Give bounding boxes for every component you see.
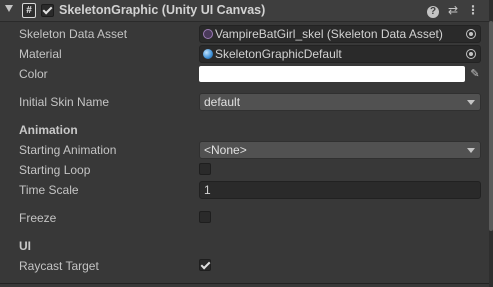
foldout-arrow-icon[interactable] [5,5,13,12]
starting-loop-label: Starting Loop [19,163,91,177]
material-label: Material [19,47,62,61]
more-options-icon[interactable]: ⋮ [466,3,480,17]
material-field[interactable]: SkeletonGraphicDefault [199,45,481,63]
color-swatch[interactable] [199,66,465,82]
row-material: Material SkeletonGraphicDefault [0,45,489,63]
row-starting-loop: Starting Loop [0,161,489,179]
chevron-down-icon [467,148,475,153]
row-starting-animation: Starting Animation <None> [0,141,489,159]
initial-skin-dropdown[interactable]: default [199,93,481,111]
raycast-target-checkbox[interactable] [199,259,211,271]
script-icon: # [22,3,36,18]
initial-skin-value: default [204,95,241,109]
skeleton-data-icon [203,29,213,39]
row-skeleton-data-asset: Skeleton Data Asset VampireBatGirl_skel … [0,25,489,43]
freeze-label: Freeze [19,211,57,225]
material-icon [203,49,213,59]
color-label: Color [19,67,48,81]
row-raycast-target: Raycast Target [0,257,489,275]
starting-animation-value: <None> [204,143,247,157]
starting-loop-checkbox[interactable] [199,163,211,175]
animation-section-title: Animation [19,123,78,137]
row-freeze: Freeze [0,209,489,227]
starting-animation-dropdown[interactable]: <None> [199,141,481,159]
object-picker-icon[interactable] [466,29,476,39]
inspector-scrollbar[interactable] [489,0,493,287]
section-animation: Animation [0,121,489,139]
component-title: SkeletonGraphic (Unity UI Canvas) [59,3,266,17]
time-scale-label: Time Scale [19,183,79,197]
row-initial-skin: Initial Skin Name default [0,93,489,111]
ui-section-title: UI [19,239,31,253]
skeleton-data-asset-value: VampireBatGirl_skel (Skeleton Data Asset… [215,27,443,41]
section-ui: UI [0,237,489,255]
eyedropper-icon[interactable]: ✎ [468,66,482,82]
time-scale-input[interactable]: 1 [199,181,481,199]
component-header[interactable]: # SkeletonGraphic (Unity UI Canvas) ? ⇄ … [0,0,493,22]
material-value: SkeletonGraphicDefault [215,47,342,61]
skeleton-data-asset-label: Skeleton Data Asset [19,27,128,41]
scrollbar-thumb[interactable] [489,21,493,231]
component-enabled-checkbox[interactable] [41,4,54,17]
starting-animation-label: Starting Animation [19,143,117,157]
chevron-down-icon [467,100,475,105]
time-scale-value: 1 [204,183,211,197]
raycast-target-label: Raycast Target [19,259,99,273]
freeze-checkbox[interactable] [199,211,211,223]
row-time-scale: Time Scale 1 [0,181,489,199]
help-icon[interactable]: ? [426,3,440,18]
preset-icon[interactable]: ⇄ [446,3,460,17]
object-picker-icon[interactable] [466,49,476,59]
divider [0,283,489,284]
row-color: Color ✎ [0,65,489,83]
skeleton-data-asset-field[interactable]: VampireBatGirl_skel (Skeleton Data Asset… [199,25,481,43]
initial-skin-name-label: Initial Skin Name [19,95,110,109]
